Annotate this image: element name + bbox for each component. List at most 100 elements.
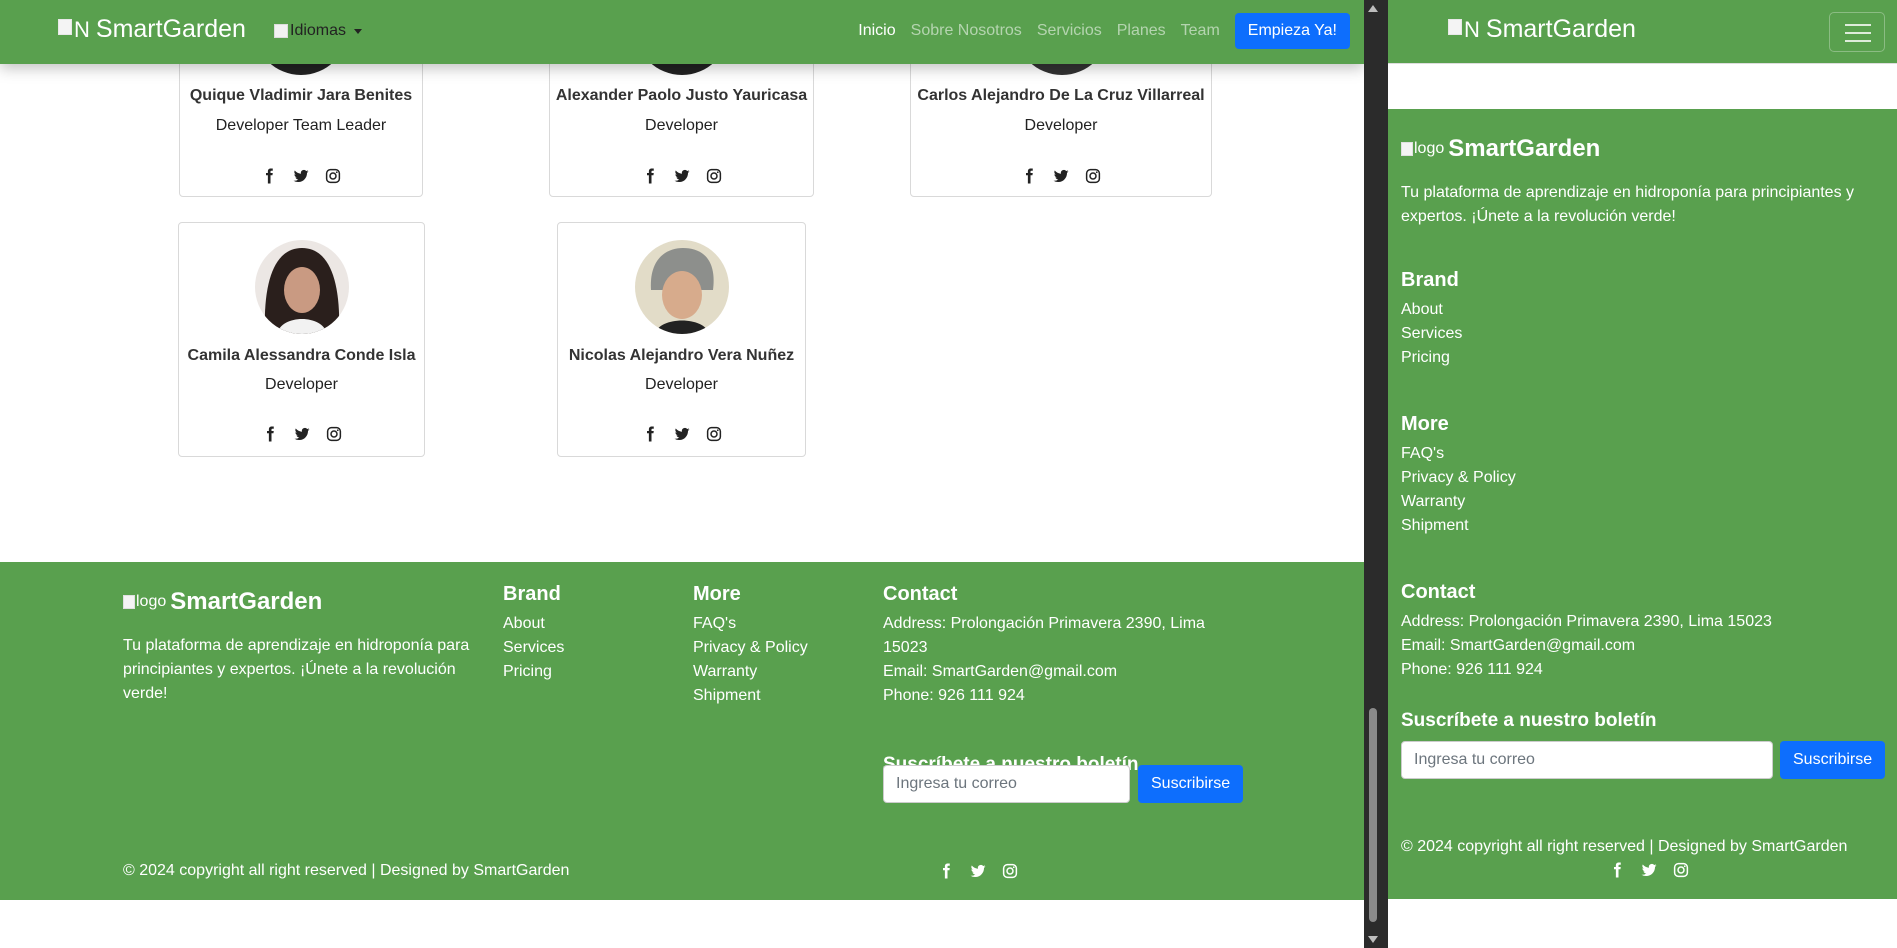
copyright: © 2024 copyright all right reserved | De… [1401,838,1848,855]
footer-brand-name: SmartGarden [170,588,323,615]
brand-name: SmartGarden [95,15,246,43]
team-member-name: Carlos Alejandro De La Cruz Villarreal [917,87,1205,104]
nav-link-inicio[interactable]: Inicio [858,22,895,40]
footer-contact-heading: Contact [883,583,958,605]
team-member-name: Quique Vladimir Jara Benites [189,87,413,104]
footer-brand-heading: Brand [503,583,561,605]
footer-link-privacy[interactable]: Privacy & Policy [693,636,808,660]
footer-more-heading: More [693,583,741,605]
team-member-role: Developer [645,117,718,134]
footer-link-about[interactable]: About [503,612,564,636]
footer-logo-image: logo [123,593,166,611]
newsletter-email-input[interactable] [1401,741,1773,779]
avatar [255,240,349,334]
subscribe-button[interactable]: Suscribirse [1780,741,1886,779]
instagram-icon[interactable] [325,425,343,448]
twitter-icon[interactable] [1052,167,1070,190]
nav-link-team[interactable]: Team [1181,22,1220,40]
desktop-viewport: Quique Vladimir Jara Benites Developer T… [0,0,1364,948]
empieza-ya-button[interactable]: Empieza Ya! [1234,13,1350,49]
footer-brand-heading: Brand [1401,269,1459,291]
team-member-role: Developer [1024,117,1098,134]
footer-link-warranty[interactable]: Warranty [1401,490,1516,514]
facebook-icon[interactable] [641,425,659,448]
team-card: Nicolas Alejandro Vera Nuñez Developer [557,222,806,457]
facebook-icon[interactable] [1608,861,1626,884]
footer-link-shipment[interactable]: Shipment [693,684,808,708]
copyright: © 2024 copyright all right reserved | De… [123,862,570,879]
team-card: Camila Alessandra Conde Isla Developer [178,222,425,457]
navbar-brand[interactable]: N SmartGarden [58,15,246,44]
nav-link-servicios[interactable]: Servicios [1037,22,1102,40]
contact-email: Email: SmartGarden@gmail.com [883,663,1118,680]
language-dropdown[interactable]: Idiomas [274,22,363,40]
instagram-icon[interactable] [1672,861,1690,884]
footer-link-about[interactable]: About [1401,298,1462,322]
footer-contact-heading: Contact [1401,581,1476,603]
scroll-up-arrow-icon[interactable] [1368,5,1378,12]
subscribe-button[interactable]: Suscribirse [1138,765,1244,803]
footer-brand: logo SmartGarden [1401,135,1600,163]
footer-link-services[interactable]: Services [1401,322,1462,346]
footer-social-links [1608,861,1690,884]
nav-link-sobre-nosotros[interactable]: Sobre Nosotros [911,22,1022,40]
mobile-footer: logo SmartGarden Tu plataforma de aprend… [1388,109,1897,899]
team-member-role: Developer Team Leader [215,117,387,134]
contact-address: Address: Prolongación Primavera 2390, Li… [883,615,1205,656]
menu-toggle-button[interactable] [1829,12,1885,52]
instagram-icon[interactable] [1001,862,1019,885]
contact-address: Address: Prolongación Primavera 2390, Li… [1401,613,1772,630]
footer-brand: logo SmartGarden [123,588,322,616]
brand-logo-image: N [1448,17,1480,43]
footer-link-privacy[interactable]: Privacy & Policy [1401,466,1516,490]
footer-link-pricing[interactable]: Pricing [1401,346,1462,370]
twitter-icon[interactable] [673,167,691,190]
footer-tagline: Tu plataforma de aprendizaje en hidropon… [123,637,470,702]
avatar [635,240,729,334]
brand-name: SmartGarden [1485,15,1636,43]
facebook-icon[interactable] [261,425,279,448]
contact-phone: Phone: 926 111 924 [1401,661,1543,678]
twitter-icon[interactable] [673,425,691,448]
mobile-navbar: N SmartGarden [1388,0,1897,64]
scroll-down-arrow-icon[interactable] [1368,936,1378,943]
footer-link-pricing[interactable]: Pricing [503,660,564,684]
team-member-role: Developer [265,376,338,393]
navbar-brand[interactable]: N SmartGarden [1448,15,1636,44]
instagram-icon[interactable] [324,167,342,190]
facebook-icon[interactable] [260,167,278,190]
twitter-icon[interactable] [1640,861,1658,884]
nav-links: Inicio Sobre Nosotros Servicios Planes T… [858,13,1350,49]
navbar: N SmartGarden Idiomas Inicio Sobre Nosot… [0,0,1364,64]
facebook-icon[interactable] [641,167,659,190]
contact-phone: Phone: 926 111 924 [883,687,1025,704]
footer-brand-name: SmartGarden [1448,135,1601,162]
footer-link-services[interactable]: Services [503,636,564,660]
facebook-icon[interactable] [1020,167,1038,190]
brand-logo-image: N [58,17,90,43]
twitter-icon[interactable] [969,862,987,885]
newsletter-email-input[interactable] [883,765,1130,803]
instagram-icon[interactable] [705,167,723,190]
footer-link-warranty[interactable]: Warranty [693,660,808,684]
instagram-icon[interactable] [705,425,723,448]
instagram-icon[interactable] [1084,167,1102,190]
nav-link-planes[interactable]: Planes [1117,22,1166,40]
caret-down-icon [354,28,363,34]
footer-logo-image: logo [1401,140,1444,158]
footer-social-links [937,862,1019,885]
scrollbar-thumb[interactable] [1369,708,1377,922]
footer-tagline: Tu plataforma de aprendizaje en hidropon… [1401,184,1855,225]
contact-email: Email: SmartGarden@gmail.com [1401,637,1636,654]
language-label: Idiomas [290,22,347,39]
footer-link-faqs[interactable]: FAQ's [1401,442,1516,466]
twitter-icon[interactable] [293,425,311,448]
scrollbar[interactable] [1364,0,1382,948]
footer-more-heading: More [1401,413,1449,435]
footer-link-shipment[interactable]: Shipment [1401,514,1516,538]
twitter-icon[interactable] [292,167,310,190]
facebook-icon[interactable] [937,862,955,885]
footer-link-faqs[interactable]: FAQ's [693,612,808,636]
team-member-role: Developer [645,376,718,393]
team-member-name: Alexander Paolo Justo Yauricasa [555,87,808,104]
